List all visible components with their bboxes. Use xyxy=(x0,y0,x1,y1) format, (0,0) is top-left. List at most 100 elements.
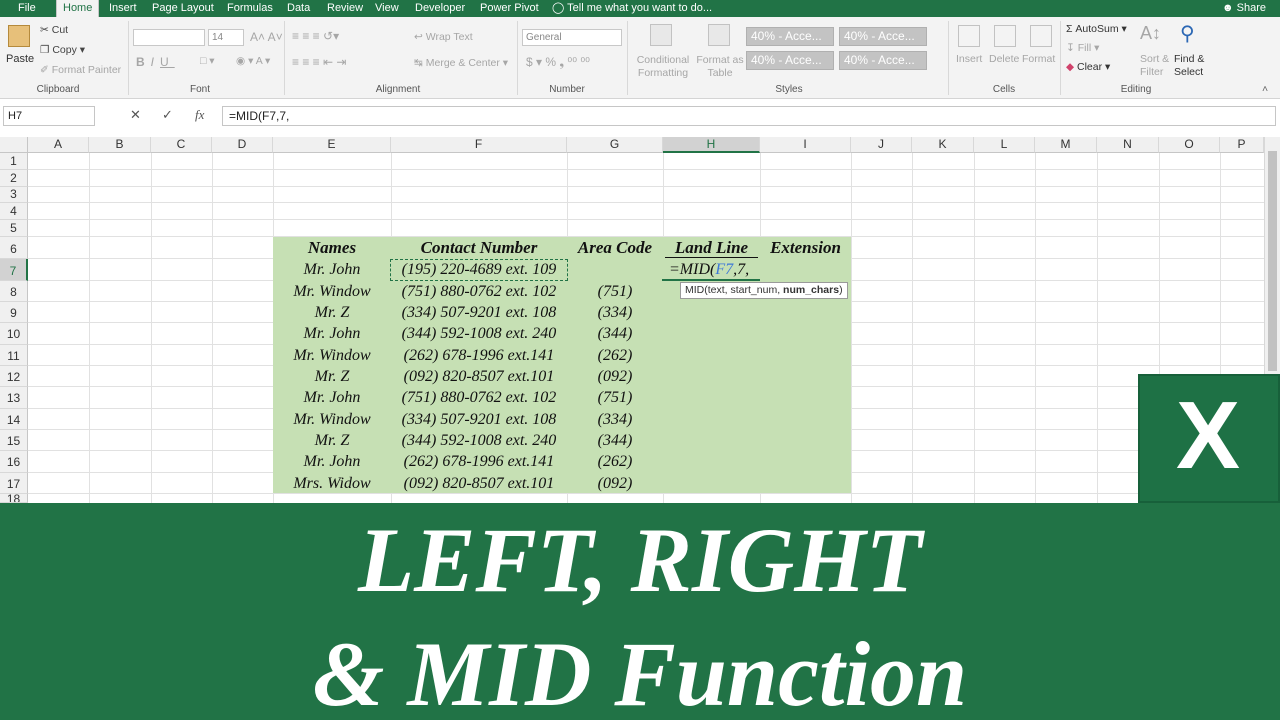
header-contact-number[interactable]: Contact Number xyxy=(391,238,567,258)
column-header-h[interactable]: H xyxy=(663,137,760,153)
cell-area-code[interactable]: (262) xyxy=(567,347,663,365)
sort-filter-button[interactable]: Sort & Filter xyxy=(1140,53,1174,79)
cell-style-3[interactable]: 40% - Acce... xyxy=(746,51,834,70)
formula-input[interactable]: =MID(F7,7, xyxy=(222,106,1276,126)
row-header-12[interactable]: 12 xyxy=(0,366,28,387)
collapse-ribbon-icon[interactable]: ˄ xyxy=(1262,83,1268,95)
tab-formulas[interactable]: Formulas xyxy=(227,0,273,17)
tab-data[interactable]: Data xyxy=(287,0,310,17)
fill-button[interactable]: ↧ Fill ▾ xyxy=(1066,42,1099,54)
copy-button[interactable]: ❐ Copy ▾ xyxy=(40,44,85,56)
number-format-box[interactable]: General xyxy=(522,29,622,46)
row-header-2[interactable]: 2 xyxy=(0,170,28,187)
autosum-button[interactable]: Σ AutoSum ▾ xyxy=(1066,23,1127,35)
cell-contact[interactable]: (334) 507-9201 ext. 108 xyxy=(391,411,567,429)
column-header-p[interactable]: P xyxy=(1220,137,1264,153)
cell-name[interactable]: Mr. John xyxy=(273,389,391,407)
row-header-11[interactable]: 11 xyxy=(0,345,28,366)
cell-contact[interactable]: (262) 678-1996 ext.141 xyxy=(391,347,567,365)
tab-power-pivot[interactable]: Power Pivot xyxy=(480,0,539,17)
column-header-o[interactable]: O xyxy=(1159,137,1220,153)
cell-contact[interactable]: (344) 592-1008 ext. 240 xyxy=(391,432,567,450)
column-header-k[interactable]: K xyxy=(912,137,974,153)
cell-area-code[interactable]: (344) xyxy=(567,325,663,343)
enter-icon[interactable]: ✓ xyxy=(162,107,173,123)
border-icon[interactable]: □ ▾ xyxy=(200,55,215,67)
cell-contact[interactable]: (344) 592-1008 ext. 240 xyxy=(391,325,567,343)
name-box[interactable]: H7 xyxy=(3,106,95,126)
cell-contact[interactable]: (334) 507-9201 ext. 108 xyxy=(391,304,567,322)
tab-developer[interactable]: Developer xyxy=(415,0,465,17)
cell-style-2[interactable]: 40% - Acce... xyxy=(839,27,927,46)
column-header-j[interactable]: J xyxy=(851,137,912,153)
paste-button[interactable]: Paste xyxy=(6,53,34,65)
bold-italic-underline[interactable]: BIU xyxy=(136,55,175,69)
tell-me-search[interactable]: ◯ Tell me what you want to do... xyxy=(552,0,712,17)
cell-name[interactable]: Mr. Z xyxy=(273,368,391,386)
row-header-18[interactable]: 18 xyxy=(0,494,28,503)
cell-name[interactable]: Mr. John xyxy=(273,261,391,279)
delete-button[interactable]: Delete xyxy=(989,53,1019,65)
cell-style-1[interactable]: 40% - Acce... xyxy=(746,27,834,46)
cell-name[interactable]: Mr. Z xyxy=(273,304,391,322)
tab-insert[interactable]: Insert xyxy=(109,0,137,17)
cell-area-code[interactable]: (262) xyxy=(567,453,663,471)
tab-home[interactable]: Home xyxy=(56,0,100,17)
cell-name[interactable]: Mr. John xyxy=(273,453,391,471)
row-header-14[interactable]: 14 xyxy=(0,409,28,430)
cell-name[interactable]: Mr. Window xyxy=(273,283,391,301)
fill-color-icon[interactable]: ◉ ▾ A ▾ xyxy=(236,55,270,67)
row-header-7[interactable]: 7 xyxy=(0,259,28,281)
font-name-box[interactable] xyxy=(133,29,205,46)
insert-function-icon[interactable]: fx xyxy=(195,107,204,123)
header-land-line[interactable]: Land Line xyxy=(663,238,760,258)
cell-area-code[interactable]: (334) xyxy=(567,411,663,429)
share-button[interactable]: ☻ Share xyxy=(1222,0,1266,17)
clear-button[interactable]: ◆ Clear ▾ xyxy=(1066,61,1110,73)
row-header-16[interactable]: 16 xyxy=(0,451,28,473)
cell-contact[interactable]: (262) 678-1996 ext.141 xyxy=(391,453,567,471)
row-header-10[interactable]: 10 xyxy=(0,323,28,345)
wrap-text-button[interactable]: ↩ Wrap Text xyxy=(414,31,473,43)
tab-page-layout[interactable]: Page Layout xyxy=(152,0,214,17)
select-all-corner[interactable] xyxy=(0,137,28,153)
cell-area-code[interactable]: (751) xyxy=(567,389,663,407)
cell-contact[interactable]: (751) 880-0762 ext. 102 xyxy=(391,389,567,407)
format-painter-button[interactable]: ✐ Format Painter xyxy=(40,64,121,76)
cell-name[interactable]: Mrs. Widow xyxy=(273,475,391,493)
column-header-m[interactable]: M xyxy=(1035,137,1097,153)
column-header-l[interactable]: L xyxy=(974,137,1035,153)
row-header-8[interactable]: 8 xyxy=(0,281,28,302)
format-button[interactable]: Format xyxy=(1022,53,1055,65)
cell-name[interactable]: Mr. Window xyxy=(273,411,391,429)
align-left-icons[interactable]: ≡ ≡ ≡ ⇤ ⇥ xyxy=(292,55,346,69)
row-header-15[interactable]: 15 xyxy=(0,430,28,451)
tab-review[interactable]: Review xyxy=(327,0,363,17)
cell-area-code[interactable]: (344) xyxy=(567,432,663,450)
header-area-code[interactable]: Area Code xyxy=(567,238,663,258)
cut-button[interactable]: ✂ Cut xyxy=(40,24,68,36)
column-header-f[interactable]: F xyxy=(391,137,567,153)
font-size-adjust-icon[interactable]: A˄ A˅ xyxy=(250,30,283,44)
cell-area-code[interactable]: (751) xyxy=(567,283,663,301)
number-format-icons[interactable]: $ ▾ % ❟ ⁰⁰ ⁰⁰ xyxy=(526,55,590,70)
column-header-d[interactable]: D xyxy=(212,137,273,153)
column-header-g[interactable]: G xyxy=(567,137,663,153)
cell-name[interactable]: Mr. John xyxy=(273,325,391,343)
column-header-e[interactable]: E xyxy=(273,137,391,153)
format-as-table-button[interactable]: Format as Table xyxy=(696,54,744,80)
cell-name[interactable]: Mr. Window xyxy=(273,347,391,365)
cell-contact[interactable]: (092) 820-8507 ext.101 xyxy=(391,368,567,386)
column-header-a[interactable]: A xyxy=(28,137,89,153)
font-size-box[interactable]: 14 xyxy=(208,29,244,46)
cell-name[interactable]: Mr. Z xyxy=(273,432,391,450)
cell-area-code[interactable]: (092) xyxy=(567,475,663,493)
cell-area-code[interactable]: (092) xyxy=(567,368,663,386)
insert-button[interactable]: Insert xyxy=(956,53,982,65)
row-header-1[interactable]: 1 xyxy=(0,153,28,170)
row-header-6[interactable]: 6 xyxy=(0,237,28,259)
row-header-13[interactable]: 13 xyxy=(0,387,28,409)
tab-view[interactable]: View xyxy=(375,0,399,17)
tab-file[interactable]: File xyxy=(18,0,36,17)
header-extension[interactable]: Extension xyxy=(760,238,851,258)
